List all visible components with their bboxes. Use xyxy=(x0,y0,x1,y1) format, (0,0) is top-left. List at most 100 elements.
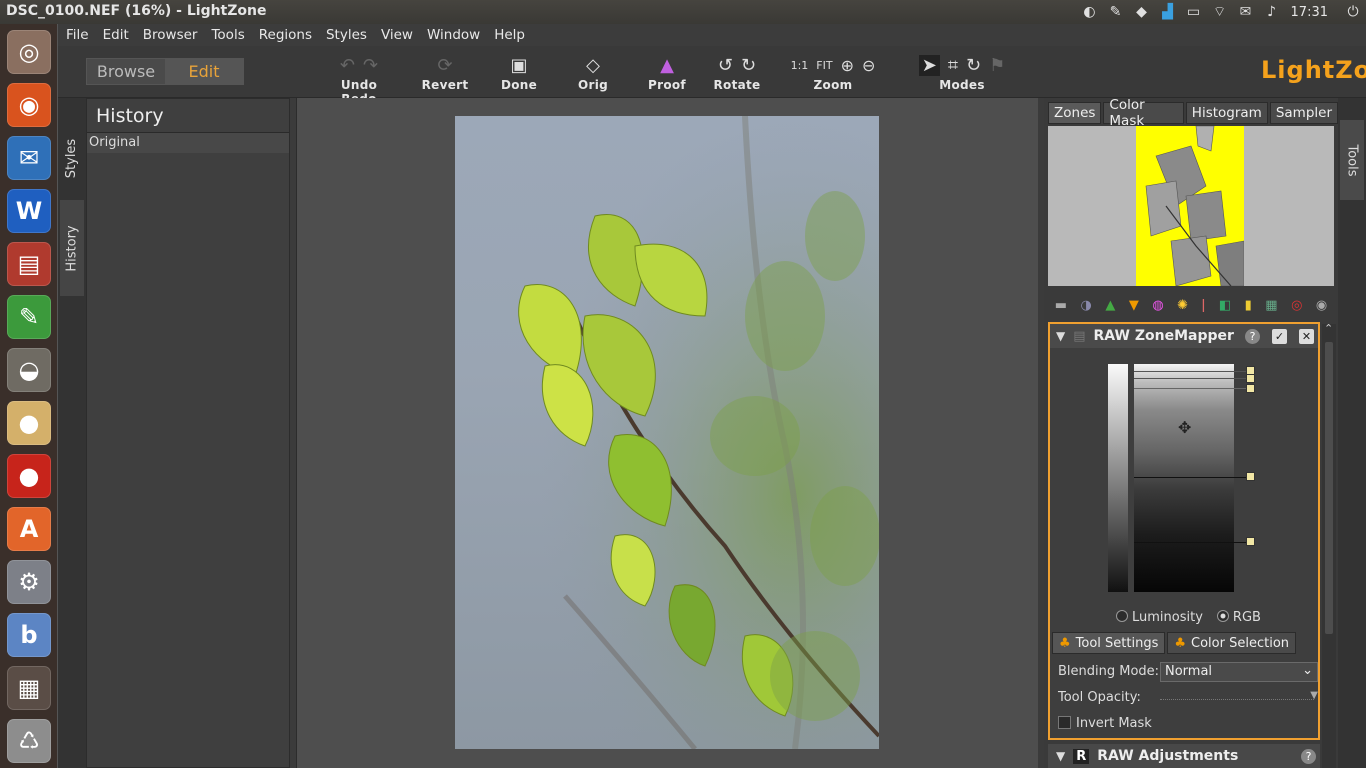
menu-window[interactable]: Window xyxy=(427,27,480,43)
zonemapper-header[interactable]: ▼ ▤ RAW ZoneMapper ? ✓ ✕ xyxy=(1050,324,1318,348)
levels-icon[interactable]: ▲ xyxy=(1105,298,1115,313)
tab-tools[interactable]: Tools xyxy=(1340,120,1364,200)
help-icon[interactable]: ? xyxy=(1245,328,1260,344)
collapse-triangle-icon[interactable]: ▼ xyxy=(1056,749,1065,763)
tab-histogram[interactable]: Histogram xyxy=(1185,102,1268,124)
battery-icon[interactable]: ▭ xyxy=(1181,0,1207,24)
raw-adjustments-header[interactable]: ▼ R RAW Adjustments ? xyxy=(1048,744,1320,768)
help-icon[interactable]: ? xyxy=(1301,748,1316,764)
tab-color-selection[interactable]: ♣ Color Selection xyxy=(1167,632,1297,654)
proof-button[interactable]: ▲ Proof xyxy=(644,52,690,93)
tab-history[interactable]: History xyxy=(60,200,84,296)
menu-help[interactable]: Help xyxy=(494,27,525,43)
system-monitor-icon[interactable]: ▟ xyxy=(1155,0,1181,24)
invert-mask-checkbox[interactable]: Invert Mask xyxy=(1058,716,1152,731)
zone-handle[interactable] xyxy=(1246,374,1255,383)
dropbox-icon[interactable]: ◆ xyxy=(1129,0,1155,24)
curves-icon[interactable]: ▼ xyxy=(1129,298,1139,313)
zone-handle[interactable] xyxy=(1246,384,1255,393)
tab-zones[interactable]: Zones xyxy=(1048,102,1102,124)
indicator-icon[interactable]: ◐ xyxy=(1077,0,1103,24)
tab-color-mask[interactable]: Color Mask xyxy=(1103,97,1184,129)
tool-opacity-slider[interactable]: ▼ xyxy=(1160,690,1318,701)
arrow-tool-icon[interactable]: ➤ xyxy=(918,54,940,76)
menu-browser[interactable]: Browser xyxy=(143,27,198,43)
notes-icon[interactable]: ✎ xyxy=(1103,0,1129,24)
mail-icon[interactable]: ✉ xyxy=(1233,0,1259,24)
volume-icon[interactable]: ♪ xyxy=(1259,0,1285,24)
clock[interactable]: 17:31 xyxy=(1291,5,1328,20)
zoom-1to1-button[interactable]: 1:1 xyxy=(791,59,809,72)
crop-icon[interactable]: ⌗ xyxy=(948,55,958,76)
blending-mode-select[interactable]: Normal ⌄ xyxy=(1160,662,1318,682)
power-icon[interactable]: ⏻ xyxy=(1340,0,1366,24)
image-canvas[interactable] xyxy=(296,98,1038,768)
edit-mode-button[interactable]: Edit xyxy=(165,59,243,84)
file-manager-icon[interactable]: ▤ xyxy=(7,242,51,286)
rgb-radio[interactable]: RGB xyxy=(1216,610,1261,625)
color-wheel-icon[interactable]: ✺ xyxy=(1177,298,1188,313)
wifi-icon[interactable]: ⌔ xyxy=(1207,0,1233,24)
firefox-icon[interactable]: ◉ xyxy=(7,83,51,127)
rotate-right-icon[interactable]: ↻ xyxy=(741,55,756,76)
tomato-icon[interactable]: ● xyxy=(7,454,51,498)
undo-icon[interactable]: ↶ xyxy=(340,55,355,76)
enable-checkbox-icon[interactable]: ✓ xyxy=(1272,328,1287,344)
noise-icon[interactable]: ▦ xyxy=(1265,298,1277,313)
scroll-up-icon[interactable]: ⌃ xyxy=(1324,322,1333,335)
browse-mode-button[interactable]: Browse xyxy=(87,59,165,84)
settings-icon[interactable]: ⚙ xyxy=(7,560,51,604)
zoom-fit-button[interactable]: FIT xyxy=(816,59,832,72)
tab-sampler[interactable]: Sampler xyxy=(1269,102,1338,124)
target-icon[interactable]: ◎ xyxy=(1291,298,1302,313)
history-item[interactable]: Original xyxy=(87,133,289,153)
color-balance-icon[interactable]: ◧ xyxy=(1219,298,1231,313)
collapse-triangle-icon[interactable]: ▼ xyxy=(1056,329,1065,343)
tab-tool-settings[interactable]: ♣ Tool Settings xyxy=(1052,632,1166,654)
rotate-left-icon[interactable]: ↺ xyxy=(718,55,733,76)
menu-tools[interactable]: Tools xyxy=(211,27,244,43)
channel-icon[interactable]: ▬ xyxy=(1055,298,1067,313)
ubuntu-dash-icon[interactable]: ◎ xyxy=(7,30,51,74)
menu-view[interactable]: View xyxy=(381,27,413,43)
rotate-tool-icon[interactable]: ↻ xyxy=(966,55,981,76)
menu-file[interactable]: File xyxy=(66,27,89,43)
revert-button[interactable]: ⟳ Revert xyxy=(420,52,470,93)
software-center-icon[interactable]: A xyxy=(7,507,51,551)
slider-thumb[interactable]: ▼ xyxy=(1310,690,1318,701)
zone-handle[interactable] xyxy=(1246,472,1255,481)
orig-button[interactable]: ◇ Orig xyxy=(572,52,614,93)
zone-preview[interactable] xyxy=(1048,126,1334,286)
luminosity-radio[interactable]: Luminosity xyxy=(1116,610,1203,625)
thunderbird-icon[interactable]: ✉ xyxy=(7,136,51,180)
gimp-icon[interactable]: ◒ xyxy=(7,348,51,392)
zoom-in-icon[interactable]: ⊕ xyxy=(841,56,854,75)
redeye-icon[interactable]: ◉ xyxy=(1316,298,1327,313)
text-editor-icon[interactable]: ✎ xyxy=(7,295,51,339)
temperature-icon[interactable]: ǀ xyxy=(1202,298,1206,313)
zone-mapped-scale[interactable] xyxy=(1134,364,1234,592)
egg-icon[interactable]: ● xyxy=(7,401,51,445)
menu-styles[interactable]: Styles xyxy=(326,27,367,43)
scrollbar-thumb[interactable] xyxy=(1325,342,1333,634)
blending-mode-label: Blending Mode: xyxy=(1058,664,1160,679)
zone-handle[interactable] xyxy=(1246,537,1255,546)
zone-mapper-graph[interactable]: ✥ xyxy=(1108,364,1258,592)
workspaces-icon[interactable]: ▦ xyxy=(7,666,51,710)
region-icon[interactable]: ⚑ xyxy=(989,55,1005,76)
menu-edit[interactable]: Edit xyxy=(103,27,129,43)
writer-icon[interactable]: W xyxy=(7,189,51,233)
film-icon[interactable]: ▮ xyxy=(1245,298,1252,313)
done-button[interactable]: ▣ Done xyxy=(498,52,540,93)
tone-icon[interactable]: ◑ xyxy=(1081,298,1092,313)
tools-scrollbar[interactable]: ⌃ xyxy=(1322,322,1336,768)
photo-preview[interactable] xyxy=(455,116,879,749)
trash-icon[interactable]: ♺ xyxy=(7,719,51,763)
close-icon[interactable]: ✕ xyxy=(1299,328,1314,344)
menu-regions[interactable]: Regions xyxy=(259,27,312,43)
tab-styles[interactable]: Styles xyxy=(60,118,84,198)
hue-icon[interactable]: ◍ xyxy=(1152,298,1163,313)
redo-icon[interactable]: ↷ xyxy=(363,55,378,76)
zoom-out-icon[interactable]: ⊖ xyxy=(862,56,875,75)
blender-icon[interactable]: b xyxy=(7,613,51,657)
